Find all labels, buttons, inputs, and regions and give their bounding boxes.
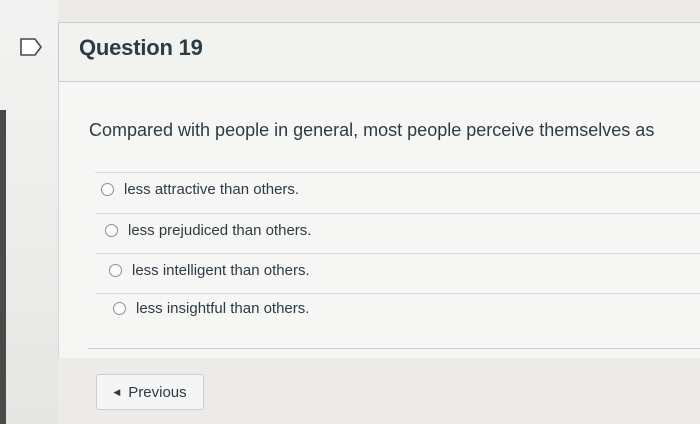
answer-label: less intelligent than others. xyxy=(132,262,310,279)
answer-option-4[interactable]: less insightful than others. xyxy=(113,300,309,317)
flag-question-icon[interactable] xyxy=(20,38,42,56)
answer-label: less insightful than others. xyxy=(136,300,310,317)
answer-option-1[interactable]: less attractive than others. xyxy=(101,181,299,198)
left-edge-shadow xyxy=(0,110,6,424)
answer-label: less prejudiced than others. xyxy=(128,222,312,239)
answer-option-3[interactable]: less intelligent than others. xyxy=(109,262,310,279)
question-text: Compared with people in general, most pe… xyxy=(89,120,655,140)
radio-button[interactable] xyxy=(109,264,122,277)
answer-label: less attractive than others. xyxy=(124,181,300,198)
radio-button[interactable] xyxy=(101,183,114,196)
previous-button[interactable]: ◀ Previous xyxy=(96,374,204,410)
panel-bottom-border xyxy=(88,348,700,349)
radio-button[interactable] xyxy=(113,302,126,315)
question-body: Compared with people in general, most pe… xyxy=(58,82,700,358)
divider xyxy=(95,253,700,254)
previous-button-label: Previous xyxy=(128,383,187,401)
answer-option-2[interactable]: less prejudiced than others. xyxy=(105,222,311,239)
divider xyxy=(95,172,700,173)
question-header: Question 19 xyxy=(58,22,700,82)
divider xyxy=(95,293,700,294)
left-gutter xyxy=(0,0,58,424)
question-title: Question 19 xyxy=(79,35,203,60)
radio-button[interactable] xyxy=(105,224,118,237)
divider xyxy=(95,213,700,214)
caret-left-icon: ◀ xyxy=(113,386,121,397)
